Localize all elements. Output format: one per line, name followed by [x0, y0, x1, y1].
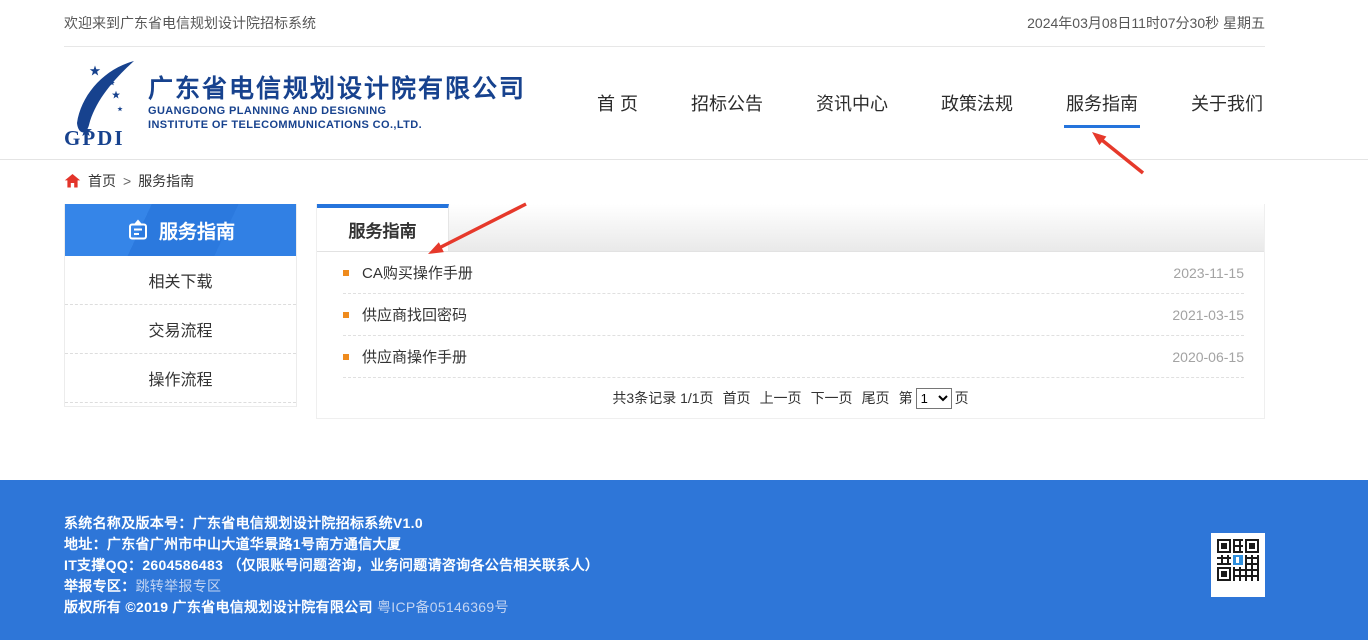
- company-name-en-2: INSTITUTE OF TELECOMMUNICATIONS CO.,LTD.: [148, 118, 526, 132]
- company-name-en-1: GUANGDONG PLANNING AND DESIGNING: [148, 104, 526, 118]
- bullet-icon: [343, 312, 349, 318]
- list-item-title: 供应商操作手册: [362, 346, 1172, 367]
- notice-board-icon: [126, 218, 150, 242]
- bullet-icon: [343, 270, 349, 276]
- footer-report-link[interactable]: 跳转举报专区: [136, 578, 222, 594]
- welcome-text: 欢迎来到广东省电信规划设计院招标系统: [64, 13, 316, 33]
- qr-code: [1211, 533, 1265, 597]
- pagination-prev[interactable]: 上一页: [760, 388, 802, 408]
- list-item-title: CA购买操作手册: [362, 262, 1173, 283]
- pagination-summary: 共3条记录 1/1页: [612, 388, 713, 408]
- footer-copyright: 版权所有 ©2019 广东省电信规划设计院有限公司 粤ICP备05146369号: [64, 597, 1265, 618]
- site-logo[interactable]: GPDI 广东省电信规划设计院有限公司 GUANGDONG PLANNING A…: [64, 59, 526, 147]
- list-item-title: 供应商找回密码: [362, 304, 1172, 325]
- site-header: GPDI 广东省电信规划设计院有限公司 GUANGDONG PLANNING A…: [0, 47, 1368, 160]
- datetime-text: 2024年03月08日11时07分30秒 星期五: [1027, 13, 1265, 33]
- page-select[interactable]: 1: [916, 388, 952, 409]
- breadcrumb-separator: >: [123, 173, 131, 189]
- article-list: CA购买操作手册 2023-11-15 供应商找回密码 2021-03-15 供…: [317, 252, 1264, 378]
- nav-item-news[interactable]: 资讯中心: [814, 78, 890, 128]
- list-item-supplier-manual[interactable]: 供应商操作手册 2020-06-15: [343, 336, 1244, 378]
- tab-service-guide[interactable]: 服务指南: [317, 204, 449, 251]
- sidebar: 服务指南 相关下载 交易流程 操作流程: [64, 204, 297, 407]
- bullet-icon: [343, 354, 349, 360]
- list-item-password-recovery[interactable]: 供应商找回密码 2021-03-15: [343, 294, 1244, 336]
- pagination-jump: 第 1 页: [899, 388, 969, 409]
- gpdi-logo-icon: GPDI: [64, 59, 138, 147]
- pagination-next[interactable]: 下一页: [811, 388, 853, 408]
- company-name-cn: 广东省电信规划设计院有限公司: [148, 74, 526, 104]
- list-item-date: 2023-11-15: [1173, 265, 1244, 281]
- list-item-date: 2020-06-15: [1172, 349, 1244, 365]
- page-footer: 系统名称及版本号：广东省电信规划设计院招标系统V1.0 地址：广东省广州市中山大…: [0, 480, 1368, 640]
- pagination-jump-suffix: 页: [955, 388, 969, 408]
- logo-text: 广东省电信规划设计院有限公司 GUANGDONG PLANNING AND DE…: [148, 74, 526, 132]
- footer-icp-number: 粤ICP备05146369号: [377, 599, 509, 615]
- footer-system-name: 系统名称及版本号：广东省电信规划设计院招标系统V1.0: [64, 513, 1265, 534]
- main-nav: 首 页 招标公告 资讯中心 政策法规 服务指南 关于我们: [595, 78, 1265, 128]
- footer-report-zone: 举报专区：跳转举报专区: [64, 576, 1265, 597]
- pagination-last[interactable]: 尾页: [862, 388, 890, 408]
- sidebar-header-service-guide[interactable]: 服务指南: [65, 204, 296, 256]
- qr-code-image: [1217, 539, 1259, 581]
- breadcrumb-current: 服务指南: [138, 171, 194, 191]
- home-icon: [64, 173, 81, 189]
- main-panel: 服务指南 CA购买操作手册 2023-11-15 供应商找回密码 2021-03…: [316, 204, 1265, 419]
- list-item-date: 2021-03-15: [1172, 307, 1244, 323]
- pagination: 共3条记录 1/1页 首页 上一页 下一页 尾页 第 1 页: [317, 378, 1264, 418]
- nav-item-policies[interactable]: 政策法规: [939, 78, 1015, 128]
- footer-it-support: IT支撑QQ：2604586483 （仅限账号问题咨询，业务问题请咨询各公告相关…: [64, 555, 1265, 576]
- sidebar-item-downloads[interactable]: 相关下载: [65, 256, 296, 305]
- sidebar-item-operation-process[interactable]: 操作流程: [65, 354, 296, 403]
- breadcrumb-home-link[interactable]: 首页: [88, 171, 116, 191]
- nav-item-about-us[interactable]: 关于我们: [1189, 78, 1265, 128]
- content-area: 服务指南 相关下载 交易流程 操作流程 服务指南 CA购买操作手册 2023-1…: [64, 204, 1265, 419]
- pagination-first[interactable]: 首页: [723, 388, 751, 408]
- nav-item-service-guide[interactable]: 服务指南: [1064, 78, 1140, 128]
- list-item-ca-manual[interactable]: CA购买操作手册 2023-11-15: [343, 252, 1244, 294]
- top-bar: 欢迎来到广东省电信规划设计院招标系统 2024年03月08日11时07分30秒 …: [0, 0, 1368, 47]
- sidebar-item-trading-process[interactable]: 交易流程: [65, 305, 296, 354]
- nav-item-announcements[interactable]: 招标公告: [689, 78, 765, 128]
- breadcrumb: 首页 > 服务指南: [64, 160, 1265, 202]
- nav-item-home[interactable]: 首 页: [595, 78, 640, 128]
- footer-address: 地址：广东省广州市中山大道华景路1号南方通信大厦: [64, 534, 1265, 555]
- sidebar-title: 服务指南: [159, 217, 235, 244]
- pagination-jump-prefix: 第: [899, 388, 913, 408]
- svg-text:GPDI: GPDI: [64, 126, 125, 147]
- tab-strip: 服务指南: [317, 204, 1264, 252]
